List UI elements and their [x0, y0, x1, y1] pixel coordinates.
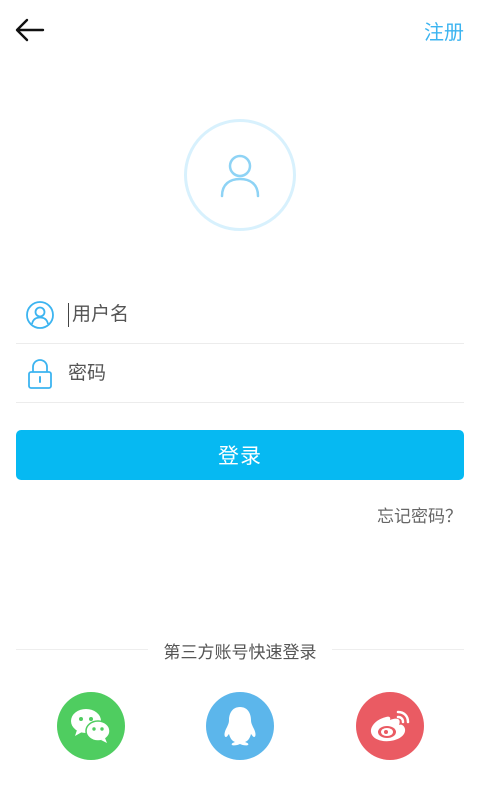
register-link[interactable]: 注册 [424, 16, 464, 45]
qq-login-button[interactable] [206, 692, 274, 760]
forgot-password-link[interactable]: 忘记密码？ [377, 502, 462, 527]
user-icon [220, 154, 260, 198]
user-circle-icon [24, 299, 56, 331]
third-party-divider: 第三方账号快速登录 [16, 636, 464, 664]
qq-icon [224, 707, 256, 746]
top-bar: 注册 [0, 0, 480, 62]
username-field-row [16, 286, 464, 344]
divider-line-right [332, 649, 464, 650]
back-button[interactable] [10, 10, 50, 50]
username-input[interactable] [68, 294, 452, 334]
back-arrow-icon [15, 18, 45, 42]
password-field-row [16, 345, 464, 403]
wechat-login-button[interactable] [57, 692, 125, 760]
login-button[interactable]: 登录 [16, 430, 464, 480]
password-input[interactable] [68, 353, 448, 393]
third-party-label: 第三方账号快速登录 [163, 643, 317, 663]
lock-icon [24, 358, 56, 390]
avatar [184, 119, 296, 231]
weibo-login-button[interactable] [356, 692, 424, 760]
weibo-icon [370, 710, 410, 742]
wechat-icon [71, 709, 111, 743]
